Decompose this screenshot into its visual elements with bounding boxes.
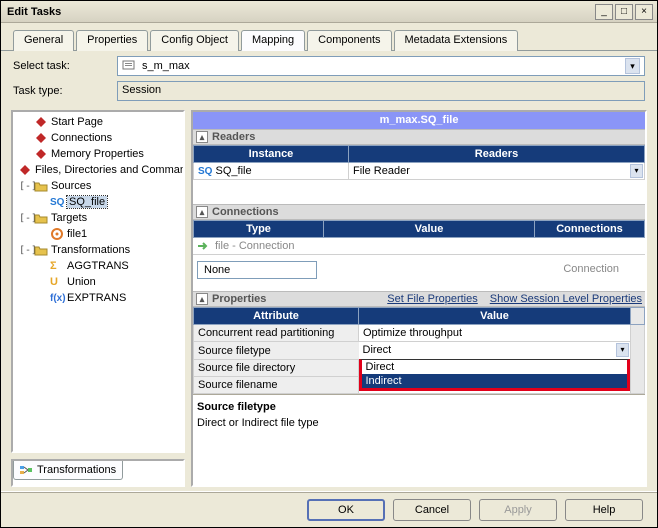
folder-icon bbox=[34, 212, 48, 224]
chevron-down-icon[interactable]: ▾ bbox=[625, 58, 640, 74]
transformations-icon bbox=[20, 464, 34, 476]
section-connections: ▴ Connections bbox=[193, 204, 645, 220]
tree-item-label: Transformations bbox=[51, 244, 130, 256]
tree-item-label: file1 bbox=[67, 228, 87, 240]
description-panel: Source filetype Direct or Indirect file … bbox=[193, 394, 645, 438]
fx-icon: f(x) bbox=[50, 292, 64, 304]
tree-item[interactable]: f(x)EXPTRANS bbox=[13, 290, 183, 306]
description-title: Source filetype bbox=[197, 401, 641, 413]
tree-item[interactable]: Files, Directories and Commands bbox=[13, 162, 183, 178]
scrollbar[interactable] bbox=[631, 325, 645, 394]
toggle-icon[interactable]: [-] bbox=[19, 245, 31, 256]
description-text: Direct or Indirect file type bbox=[197, 417, 641, 429]
tree-item-label: Connections bbox=[51, 132, 112, 144]
tree-item-label: Memory Properties bbox=[51, 148, 144, 160]
select-task-value: s_m_max bbox=[142, 60, 190, 72]
mini-tab-transformations[interactable]: Transformations bbox=[13, 461, 123, 480]
prop-row-source-filetype[interactable]: Source filetype Direct ▾ Direct Indirect bbox=[194, 342, 645, 360]
tree-item[interactable]: Memory Properties bbox=[13, 146, 183, 162]
tree-item[interactable]: ΣAGGTRANS bbox=[13, 258, 183, 274]
set-file-properties-link[interactable]: Set File Properties bbox=[387, 293, 477, 305]
tree-item[interactable]: UUnion bbox=[13, 274, 183, 290]
tab-mapping[interactable]: Mapping bbox=[241, 30, 305, 51]
navigator-tree[interactable]: Start Page Connections Memory Properties Fi… bbox=[11, 110, 185, 453]
dropdown-list[interactable]: Direct Indirect bbox=[359, 359, 631, 391]
tree-item-label: SQ_file bbox=[67, 196, 107, 208]
source-filetype-dropdown[interactable]: Direct ▾ Direct Indirect bbox=[359, 342, 631, 360]
diamond-icon bbox=[34, 132, 48, 144]
arrow-icon bbox=[197, 240, 211, 252]
section-readers: ▴ Readers bbox=[193, 129, 645, 145]
tree-item[interactable]: [-] Targets bbox=[13, 210, 183, 226]
tree-item-label: Files, Directories and Commands bbox=[35, 164, 185, 176]
select-task-label: Select task: bbox=[13, 60, 111, 72]
tree-item-label: EXPTRANS bbox=[67, 292, 126, 304]
task-icon bbox=[122, 59, 138, 73]
sigma-icon: Σ bbox=[50, 260, 64, 272]
chevron-down-icon[interactable]: ▾ bbox=[630, 164, 643, 178]
diamond-icon bbox=[34, 116, 48, 128]
tree-item[interactable]: SQSQ_file bbox=[13, 194, 183, 210]
tab-metadata-extensions[interactable]: Metadata Extensions bbox=[394, 30, 519, 51]
tree-item-label: Sources bbox=[51, 180, 91, 192]
properties-grid: Attribute Value Concurrent read partitio… bbox=[193, 307, 645, 394]
readers-instance-cell[interactable]: SQ SQ_file bbox=[194, 163, 349, 180]
collapse-icon[interactable]: ▴ bbox=[196, 131, 208, 143]
connection-placeholder: Connection bbox=[557, 261, 625, 279]
connection-type-field[interactable]: None bbox=[197, 261, 317, 279]
help-button[interactable]: Help bbox=[565, 499, 643, 521]
collapse-icon[interactable]: ▴ bbox=[196, 206, 208, 218]
sq-icon: SQ bbox=[50, 196, 64, 208]
close-button[interactable]: × bbox=[635, 4, 653, 20]
info-bar: Transformations bbox=[11, 459, 185, 487]
select-task-combo[interactable]: s_m_max ▾ bbox=[117, 56, 645, 76]
toggle-icon[interactable]: [-] bbox=[19, 181, 31, 192]
button-bar: OK Cancel Apply Help bbox=[1, 491, 657, 527]
show-session-level-link[interactable]: Show Session Level Properties bbox=[490, 293, 642, 305]
tree-item[interactable]: Start Page bbox=[13, 114, 183, 130]
ok-button[interactable]: OK bbox=[307, 499, 385, 521]
sq-icon: SQ bbox=[198, 166, 212, 177]
instance-title: m_max.SQ_file bbox=[193, 112, 645, 129]
target-icon bbox=[50, 228, 64, 240]
folder-icon bbox=[34, 244, 48, 256]
collapse-icon[interactable]: ▴ bbox=[196, 293, 208, 305]
tab-general[interactable]: General bbox=[13, 30, 74, 51]
diamond-icon bbox=[34, 148, 48, 160]
connection-row: file - Connection bbox=[193, 238, 645, 255]
toggle-icon[interactable]: [-] bbox=[19, 213, 31, 224]
tree-item-label: Union bbox=[67, 276, 96, 288]
detail-pane: m_max.SQ_file ▴ Readers Instance Readers… bbox=[191, 110, 647, 487]
tab-config-object[interactable]: Config Object bbox=[150, 30, 239, 51]
tree-item-label: Start Page bbox=[51, 116, 103, 128]
dropdown-option-indirect[interactable]: Indirect bbox=[362, 374, 628, 388]
prop-row[interactable]: Concurrent read partitioning Optimize th… bbox=[194, 325, 645, 342]
connections-grid: Type Value Connections bbox=[193, 220, 645, 238]
tree-item-label: AGGTRANS bbox=[67, 260, 129, 272]
tree-item[interactable]: Connections bbox=[13, 130, 183, 146]
tree-item[interactable]: [-] Transformations bbox=[13, 242, 183, 258]
tab-properties[interactable]: Properties bbox=[76, 30, 148, 51]
window-title: Edit Tasks bbox=[5, 6, 595, 18]
section-properties: ▴ Properties Set File Properties Show Se… bbox=[193, 291, 645, 307]
union-icon: U bbox=[50, 276, 64, 288]
apply-button[interactable]: Apply bbox=[479, 499, 557, 521]
cancel-button[interactable]: Cancel bbox=[393, 499, 471, 521]
tree-item[interactable]: file1 bbox=[13, 226, 183, 242]
tabstrip: General Properties Config Object Mapping… bbox=[1, 23, 657, 51]
readers-value-cell[interactable]: File Reader ▾ bbox=[349, 163, 645, 180]
tree-item-label: Targets bbox=[51, 212, 87, 224]
tab-components[interactable]: Components bbox=[307, 30, 391, 51]
diamond-icon bbox=[18, 164, 32, 176]
chevron-down-icon[interactable]: ▾ bbox=[616, 343, 629, 357]
folder-icon bbox=[34, 180, 48, 192]
tree-item[interactable]: [-] Sources bbox=[13, 178, 183, 194]
task-type-label: Task type: bbox=[13, 85, 111, 97]
task-type-field: Session bbox=[117, 81, 645, 101]
titlebar: Edit Tasks _ □ × bbox=[1, 1, 657, 23]
dropdown-option-direct[interactable]: Direct bbox=[362, 360, 628, 374]
readers-grid: Instance Readers SQ SQ_file File Reader … bbox=[193, 145, 645, 180]
minimize-button[interactable]: _ bbox=[595, 4, 613, 20]
maximize-button[interactable]: □ bbox=[615, 4, 633, 20]
